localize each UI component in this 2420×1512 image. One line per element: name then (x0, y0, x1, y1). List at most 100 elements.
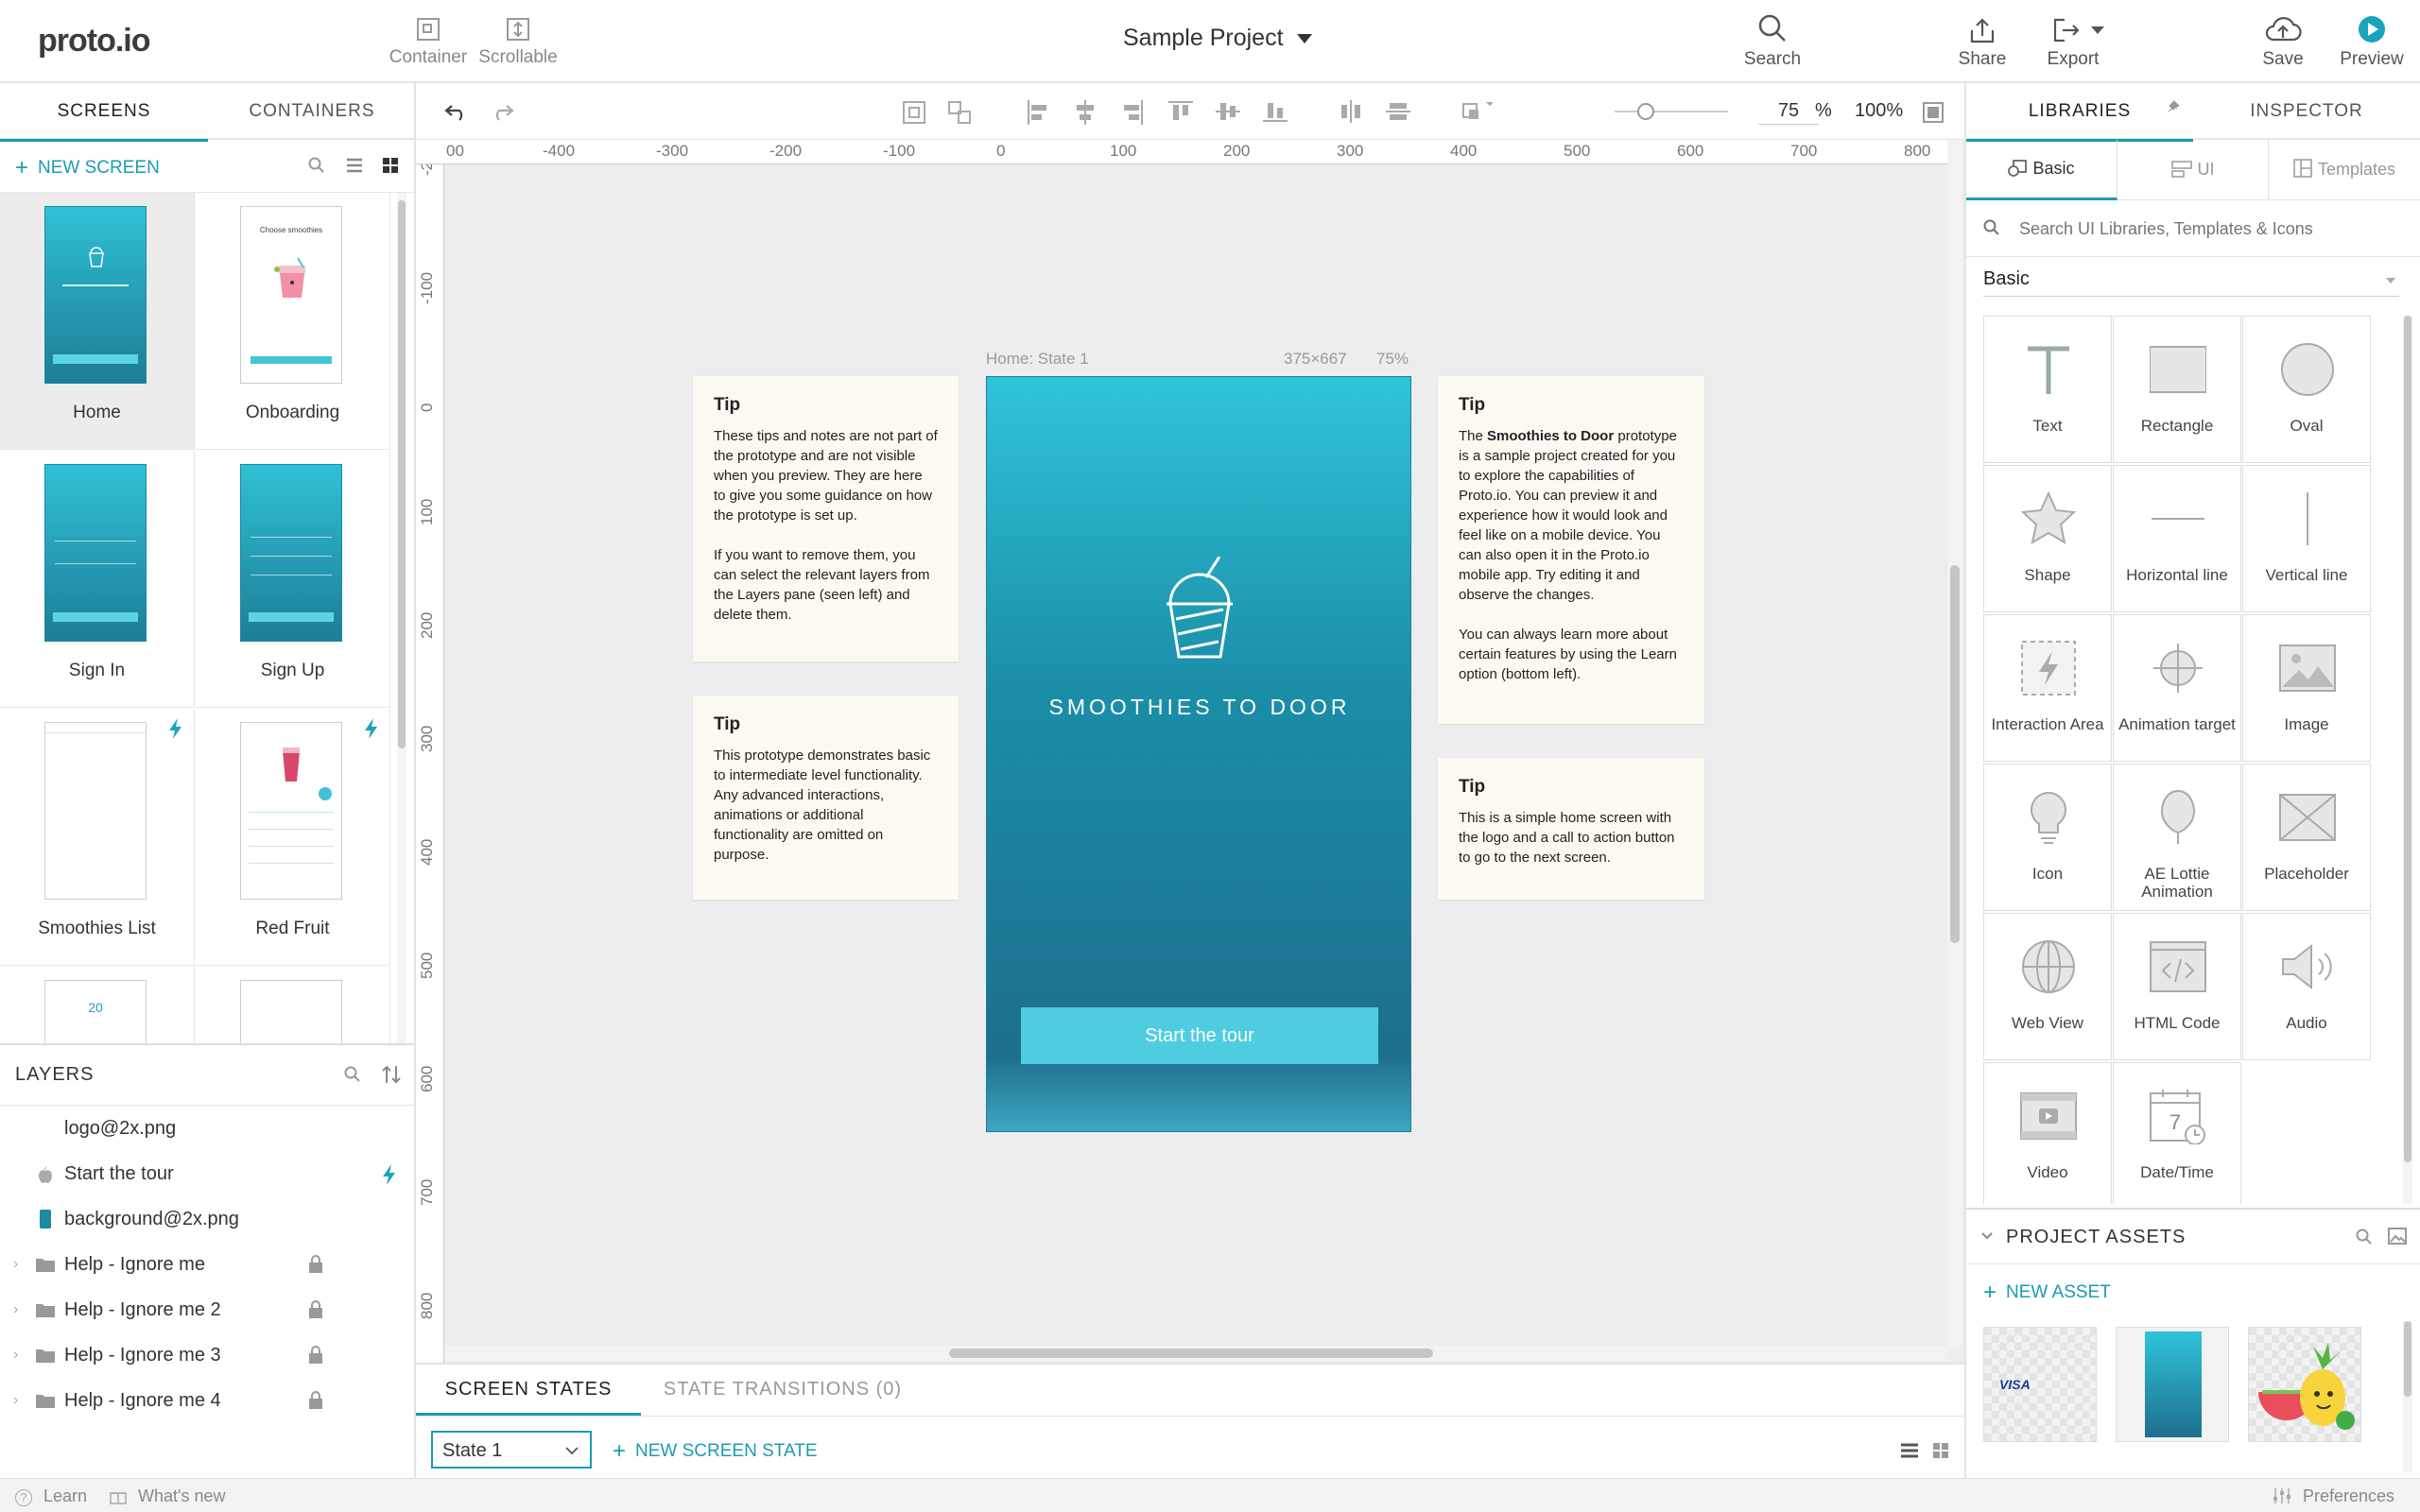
pin-icon[interactable] (2167, 100, 2180, 113)
library-item-vertical-line[interactable]: Vertical line (2242, 465, 2371, 612)
project-title-dropdown[interactable]: Sample Project (1123, 25, 1313, 52)
library-scrollbar[interactable] (2403, 316, 2412, 1204)
whats-new-button[interactable]: What's new (110, 1486, 225, 1506)
scrollbar-thumb[interactable] (2404, 316, 2411, 1162)
tab-screens[interactable]: SCREENS (0, 83, 208, 142)
new-screen-state-button[interactable]: + NEW SCREEN STATE (613, 1438, 818, 1465)
search-icon[interactable] (344, 1066, 361, 1083)
group-icon[interactable] (902, 100, 926, 125)
search-button[interactable]: Search (1730, 13, 1815, 70)
layer-logo[interactable]: logo@2x.png (0, 1106, 416, 1151)
library-item-horizontal-line[interactable]: Horizontal line (2113, 465, 2241, 612)
zoom-slider-handle[interactable] (1637, 103, 1654, 120)
scrollable-tool[interactable]: Scrollable (473, 17, 563, 68)
library-item-audio[interactable]: Audio (2242, 913, 2371, 1060)
align-left-icon[interactable] (1027, 100, 1049, 125)
share-button[interactable]: Share (1942, 17, 2023, 70)
library-item-web-view[interactable]: Web View (1983, 913, 2112, 1060)
lock-icon[interactable] (308, 1300, 323, 1319)
screen-thumb-partial[interactable] (196, 967, 390, 1043)
tip-note[interactable]: Tip These tips and notes are not part of… (693, 376, 959, 662)
distribute-horizontal-icon[interactable] (1339, 100, 1363, 123)
chevron-right-icon[interactable]: › (13, 1287, 18, 1332)
new-screen-button[interactable]: + NEW SCREEN (15, 155, 160, 181)
align-right-icon[interactable] (1121, 100, 1144, 125)
library-item-video[interactable]: Video (1983, 1062, 2112, 1204)
screens-scrollbar[interactable] (397, 193, 406, 1043)
sort-icon[interactable] (382, 1064, 401, 1085)
search-icon[interactable] (308, 157, 325, 174)
zoom-100-button[interactable]: 100% (1855, 100, 1903, 122)
library-category-select[interactable]: Basic (1983, 268, 2399, 297)
tab-state-transitions[interactable]: STATE TRANSITIONS (0) (641, 1365, 925, 1416)
export-dropdown-icon[interactable] (2091, 26, 2104, 34)
learn-button[interactable]: ? Learn (15, 1486, 87, 1506)
screen-thumb-signup[interactable]: Sign Up (196, 451, 390, 708)
align-middle-icon[interactable] (1216, 100, 1240, 123)
library-search-input[interactable] (2019, 212, 2397, 246)
library-item-rectangle[interactable]: Rectangle (2113, 316, 2241, 463)
canvas-vertical-scrollbar[interactable] (1947, 140, 1962, 1348)
asset-thumb-fruits[interactable] (2248, 1327, 2361, 1442)
library-item-shape[interactable]: Shape (1983, 465, 2112, 612)
scrollbar-thumb[interactable] (398, 200, 406, 748)
export-button[interactable]: Export (2031, 17, 2116, 70)
layer-group-help-4[interactable]: › Help - Ignore me 4 (0, 1378, 416, 1423)
tab-containers[interactable]: CONTAINERS (208, 83, 416, 140)
library-item-oval[interactable]: Oval (2242, 316, 2371, 463)
proto-io-logo[interactable]: proto.io (38, 23, 151, 60)
image-gallery-icon[interactable] (2388, 1227, 2407, 1246)
library-item-animation-target[interactable]: Animation target (2113, 614, 2241, 762)
grid-view-icon[interactable] (382, 157, 399, 174)
preview-button[interactable]: Preview (2329, 15, 2414, 70)
subtab-ui[interactable]: UI (2118, 140, 2269, 200)
screen-thumb-partial[interactable]: 20 (0, 967, 195, 1043)
grid-view-icon[interactable] (1932, 1442, 1949, 1459)
screen-thumb-home[interactable]: Home (0, 193, 195, 450)
align-top-icon[interactable] (1168, 100, 1193, 123)
redo-icon[interactable] (490, 102, 514, 121)
align-center-icon[interactable] (1074, 100, 1097, 125)
search-icon[interactable] (2356, 1228, 2373, 1246)
chevron-right-icon[interactable]: › (13, 1332, 18, 1378)
layer-group-help-3[interactable]: › Help - Ignore me 3 (0, 1332, 416, 1378)
assets-scrollbar[interactable] (2403, 1321, 2412, 1472)
preferences-button[interactable]: Preferences (2273, 1486, 2394, 1506)
start-tour-button[interactable]: Start the tour (1021, 1007, 1378, 1064)
screen-thumb-signin[interactable]: Sign In (0, 451, 195, 708)
new-asset-button[interactable]: + NEW ASSET (1983, 1280, 2111, 1306)
screen-thumb-red-fruit[interactable]: Red Fruit (196, 709, 390, 966)
tip-note[interactable]: Tip The Smoothies to Door prototype is a… (1438, 376, 1704, 724)
state-select[interactable]: State 1 (431, 1431, 592, 1469)
library-item-interaction-area[interactable]: Interaction Area (1983, 614, 2112, 762)
library-item-date-time[interactable]: 7 Date/Time (2113, 1062, 2241, 1204)
chevron-down-icon[interactable] (1981, 1232, 1993, 1240)
library-search[interactable] (1966, 200, 2420, 257)
tab-inspector[interactable]: INSPECTOR (2193, 83, 2420, 140)
scrollbar-thumb[interactable] (1950, 565, 1960, 943)
screen-frame-home[interactable]: SMOOTHIES TO DOOR Start the tour (986, 376, 1411, 1132)
tab-screen-states[interactable]: SCREEN STATES (416, 1365, 641, 1416)
asset-thumb-visa[interactable]: VISA (1983, 1327, 2097, 1442)
screen-thumb-smoothies-list[interactable]: Smoothies List (0, 709, 195, 966)
container-tool[interactable]: Container (386, 17, 471, 68)
library-item-lottie[interactable]: AE Lottie Animation (2113, 764, 2241, 911)
arrange-icon[interactable] (1461, 98, 1495, 123)
chevron-right-icon[interactable]: › (13, 1242, 18, 1287)
library-item-icon[interactable]: Icon (1983, 764, 2112, 911)
layer-start-tour[interactable]: Start the tour (0, 1151, 416, 1196)
zoom-input[interactable]: 75 (1758, 100, 1819, 125)
lock-icon[interactable] (308, 1346, 323, 1365)
scrollbar-thumb[interactable] (2404, 1321, 2411, 1397)
list-view-icon[interactable] (1900, 1442, 1919, 1459)
lock-icon[interactable] (308, 1391, 323, 1410)
zoom-slider[interactable] (1615, 103, 1728, 120)
ungroup-icon[interactable] (947, 100, 972, 125)
tip-note[interactable]: Tip This prototype demonstrates basic to… (693, 696, 959, 900)
subtab-templates[interactable]: Templates (2269, 140, 2420, 200)
library-item-image[interactable]: Image (2242, 614, 2371, 762)
save-button[interactable]: Save (2240, 15, 2325, 70)
lock-icon[interactable] (308, 1255, 323, 1274)
library-item-placeholder[interactable]: Placeholder (2242, 764, 2371, 911)
screen-thumb-onboarding[interactable]: Choose smoothies Onboarding (196, 193, 390, 450)
